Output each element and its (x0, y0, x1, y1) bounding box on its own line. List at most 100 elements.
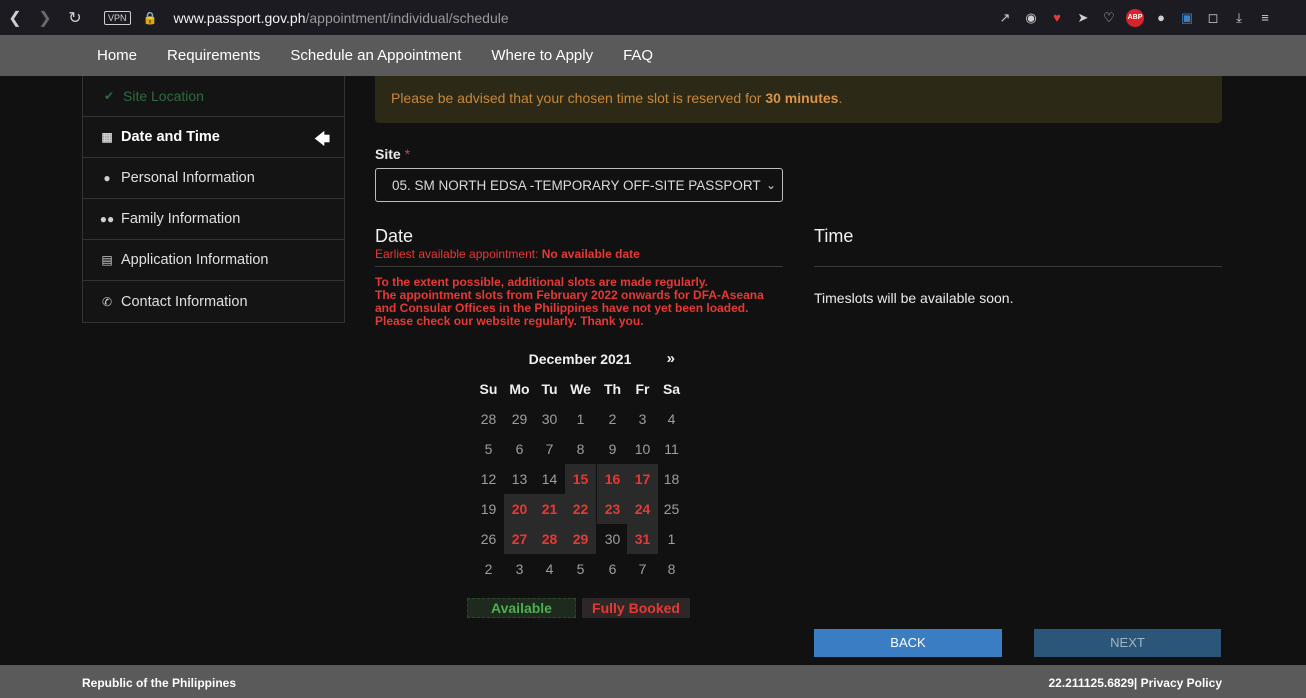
calendar-day[interactable]: 6 (504, 434, 535, 464)
nav-home[interactable]: Home (82, 47, 152, 64)
nav-where-to-apply[interactable]: Where to Apply (476, 47, 608, 64)
calendar-day[interactable]: 4 (656, 404, 687, 434)
footer: Republic of the Philippines 22.211125.68… (0, 665, 1306, 698)
pocket-icon[interactable]: ♥ (1044, 10, 1070, 25)
calendar-day[interactable]: 11 (656, 434, 687, 464)
calendar-day[interactable]: 2 (473, 554, 504, 584)
calendar-day[interactable]: 8 (565, 434, 596, 464)
calendar-day-booked[interactable]: 27 (504, 524, 535, 554)
box-icon[interactable]: ◻ (1200, 10, 1226, 26)
calendar-day[interactable]: 19 (473, 494, 504, 524)
cookie-icon[interactable]: ● (1148, 10, 1174, 25)
list-icon: ▤ (101, 253, 113, 267)
chevron-down-icon: ⌄ (761, 178, 776, 192)
privacy-policy-link[interactable]: Privacy Policy (1137, 676, 1222, 690)
weekday-header: Tu (541, 381, 558, 397)
address-bar[interactable]: www.passport.gov.ph/appointment/individu… (173, 10, 508, 26)
sidebar-item-application-information[interactable]: ▤ Application Information (83, 240, 344, 281)
calendar-day-booked[interactable]: 23 (597, 494, 628, 524)
date-heading: Date (375, 226, 414, 246)
calendar-day[interactable]: 30 (597, 524, 628, 554)
calendar-day-booked[interactable]: 21 (534, 494, 565, 524)
url-path: /appointment/individual/schedule (305, 9, 509, 26)
notice-line: Please check our website regularly. Than… (375, 314, 644, 328)
calendar-day[interactable]: 10 (627, 434, 658, 464)
calendar-day[interactable]: 7 (534, 434, 565, 464)
steps-sidebar: ✔ Site Location ▦ Date and Time 🡄 ● Pers… (82, 76, 345, 323)
heart-icon[interactable]: ♡ (1096, 10, 1122, 26)
next-button[interactable]: NEXT (1034, 629, 1221, 657)
calendar-day[interactable]: 25 (656, 494, 687, 524)
calendar-day-booked[interactable]: 24 (627, 494, 658, 524)
calendar-day-booked[interactable]: 31 (627, 524, 658, 554)
calendar-day[interactable]: 13 (504, 464, 535, 494)
legend-fully-booked: Fully Booked (582, 598, 690, 618)
calendar-day[interactable]: 6 (597, 554, 628, 584)
sidebar-item-family-information[interactable]: ●● Family Information (83, 199, 344, 240)
download-icon[interactable]: ⤓ (1226, 10, 1252, 26)
calendar-day[interactable]: 5 (565, 554, 596, 584)
calendar-day[interactable]: 1 (565, 404, 596, 434)
calendar-day[interactable]: 28 (473, 404, 504, 434)
calendar-day[interactable]: 3 (627, 404, 658, 434)
sidebar-item-date-and-time[interactable]: ▦ Date and Time 🡄 (83, 117, 344, 158)
reload-icon[interactable]: ↻ (60, 3, 90, 33)
date-divider (375, 266, 783, 267)
calendar-day[interactable]: 3 (504, 554, 535, 584)
calendar-day[interactable]: 4 (534, 554, 565, 584)
sidebar-item-label: Site Location (123, 88, 204, 104)
calendar-day[interactable]: 18 (656, 464, 687, 494)
calendar-day-booked[interactable]: 17 (627, 464, 658, 494)
alert-emphasis: 30 minutes (765, 90, 839, 106)
nav-faq[interactable]: FAQ (608, 47, 668, 64)
sidebar-item-personal-information[interactable]: ● Personal Information (83, 158, 344, 199)
lock-icon[interactable]: 🔒 (143, 11, 158, 25)
calendar-day[interactable]: 29 (504, 404, 535, 434)
weekday-header: Mo (509, 381, 530, 397)
calendar-day-booked[interactable]: 28 (534, 524, 565, 554)
alert-text-before: Please be advised that your chosen time … (391, 90, 766, 106)
nav-requirements[interactable]: Requirements (152, 47, 275, 64)
calendar-day[interactable]: 30 (534, 404, 565, 434)
back-button[interactable]: BACK (814, 629, 1002, 657)
time-divider (814, 266, 1222, 267)
site-select[interactable]: 05. SM NORTH EDSA -TEMPORARY OFF-SITE PA… (375, 168, 783, 202)
next-month-button[interactable]: » (667, 350, 675, 367)
calendar-day[interactable]: 2 (597, 404, 628, 434)
calendar-day[interactable]: 8 (656, 554, 687, 584)
sidebar-item-site-location[interactable]: ✔ Site Location (83, 76, 344, 117)
calendar-day[interactable]: 5 (473, 434, 504, 464)
calendar-day-booked[interactable]: 20 (504, 494, 535, 524)
menu-icon[interactable]: ≡ (1252, 10, 1278, 25)
site-nav: Home Requirements Schedule an Appointmen… (0, 35, 1306, 76)
calendar-day[interactable]: 1 (656, 524, 687, 554)
sidebar-item-label: Date and Time (121, 129, 220, 145)
send-icon[interactable]: ➤ (1070, 10, 1096, 26)
url-host: www.passport.gov.ph (173, 9, 306, 26)
adblock-icon[interactable]: ABP (1126, 8, 1144, 27)
nav-schedule-appointment[interactable]: Schedule an Appointment (275, 47, 476, 64)
calendar-day[interactable]: 14 (534, 464, 565, 494)
share-icon[interactable]: ↗ (992, 10, 1018, 26)
site-label: Site * (375, 146, 410, 162)
calendar-month: December 2021 (528, 351, 632, 367)
calendar-day[interactable]: 7 (627, 554, 658, 584)
check-icon: ✔ (103, 89, 115, 103)
back-arrow-icon[interactable]: ❮ (0, 3, 30, 33)
calendar-day[interactable]: 26 (473, 524, 504, 554)
weekday-header: We (570, 381, 591, 397)
sidebar-item-contact-information[interactable]: ✆ Contact Information (83, 281, 344, 322)
calendar-day-booked[interactable]: 22 (565, 494, 596, 524)
earliest-prefix: Earliest available appointment: (375, 247, 542, 261)
forward-arrow-icon[interactable]: ❯ (30, 3, 60, 33)
calendar-day[interactable]: 9 (597, 434, 628, 464)
phone-icon: ✆ (101, 294, 113, 309)
calendar-day-booked[interactable]: 15 (565, 464, 596, 494)
calendar-day-booked[interactable]: 29 (565, 524, 596, 554)
calendar-day[interactable]: 12 (473, 464, 504, 494)
calendar-day-booked[interactable]: 16 (597, 464, 628, 494)
vpn-badge[interactable]: VPN (104, 10, 131, 25)
site-select-value: 05. SM NORTH EDSA -TEMPORARY OFF-SITE PA… (392, 178, 761, 193)
extension-icon[interactable]: ▣ (1174, 10, 1200, 26)
camera-icon[interactable]: ◉ (1018, 10, 1044, 26)
